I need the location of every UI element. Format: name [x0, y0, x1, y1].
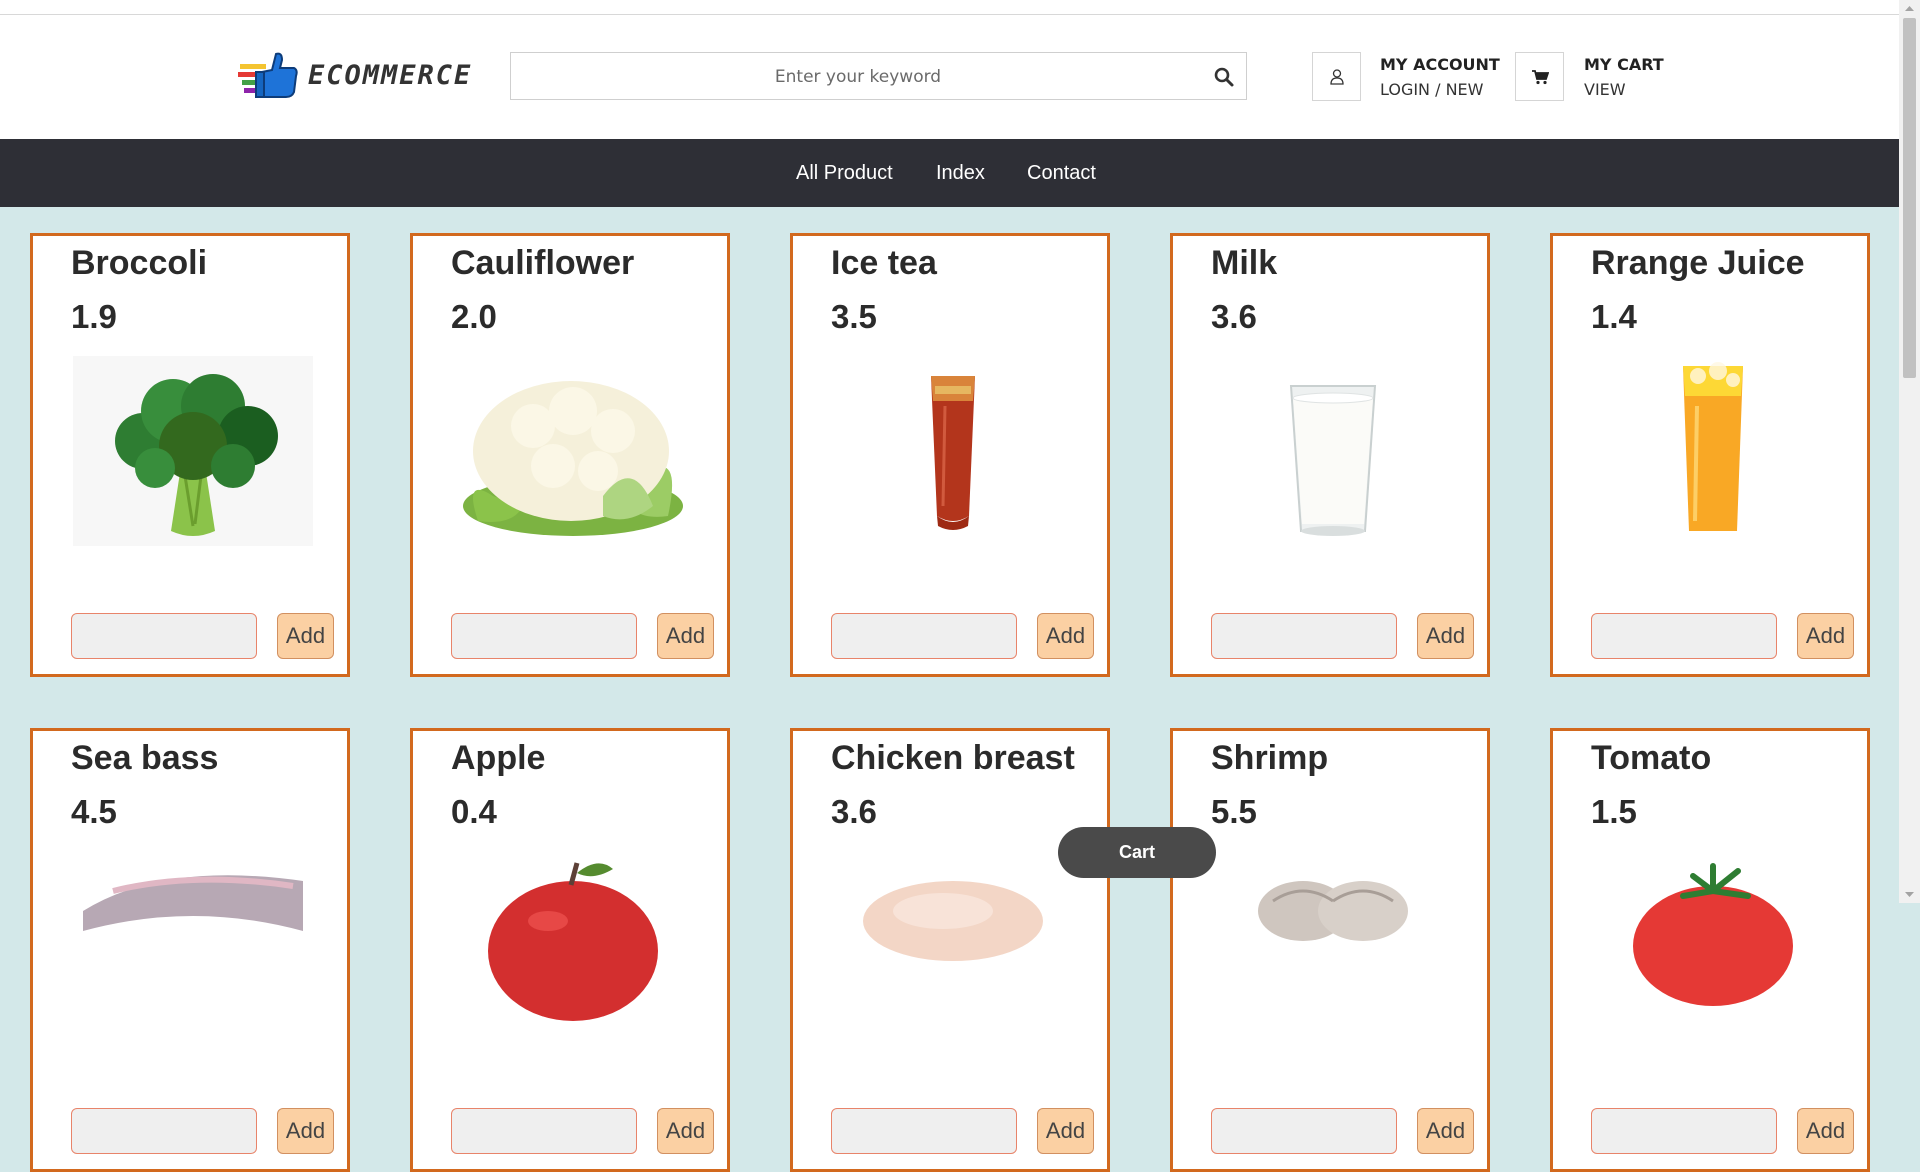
product-price: 0.4: [451, 793, 497, 830]
product-name: Sea bass: [71, 739, 219, 777]
add-button[interactable]: Add: [277, 613, 334, 659]
product-name: Chicken breast: [831, 739, 1075, 777]
quantity-input[interactable]: [451, 1108, 637, 1154]
thumbs-up-icon: [238, 52, 298, 98]
product-name: Cauliflower: [451, 244, 635, 282]
product-card: Shrimp 5.5 Add: [1170, 728, 1490, 1172]
tomato-image: [1633, 863, 1793, 1006]
add-button[interactable]: Add: [277, 1108, 334, 1154]
add-button[interactable]: Add: [657, 1108, 714, 1154]
product-price: 3.6: [831, 793, 877, 830]
scroll-up-arrow-icon[interactable]: [1899, 0, 1920, 17]
product-card: Chicken breast 3.6 Add: [790, 728, 1110, 1172]
product-card: Cauliflower 2.0 Add: [410, 233, 730, 677]
floating-cart-button[interactable]: Cart: [1058, 827, 1216, 878]
search-bar: [510, 52, 1247, 101]
search-input[interactable]: [511, 53, 1205, 101]
cart-block: MY CART VIEW: [1584, 52, 1664, 102]
add-button[interactable]: Add: [1797, 613, 1854, 659]
login-link[interactable]: LOGIN / NEW: [1380, 77, 1500, 102]
product-card: Ice tea 3.5 Add: [790, 233, 1110, 677]
cart-title: MY CART: [1584, 55, 1664, 74]
add-button[interactable]: Add: [1417, 1108, 1474, 1154]
quantity-input[interactable]: [1591, 1108, 1777, 1154]
product-card: Tomato 1.5 Add: [1550, 728, 1870, 1172]
account-block: MY ACCOUNT LOGIN / NEW: [1380, 52, 1500, 102]
product-price: 3.5: [831, 298, 877, 335]
site-header: ECOMMERCE MY ACCOUNT LOGIN / NEW MY CART…: [0, 15, 1899, 139]
product-price: 4.5: [71, 793, 117, 830]
product-name: Ice tea: [831, 244, 937, 282]
add-button[interactable]: Add: [1417, 613, 1474, 659]
product-name: Broccoli: [71, 244, 208, 282]
product-name: Apple: [451, 739, 546, 777]
account-button[interactable]: [1312, 52, 1361, 101]
quantity-input[interactable]: [831, 1108, 1017, 1154]
browser-top-edge: [0, 0, 1899, 15]
ice-tea-image: [931, 376, 975, 530]
quantity-input[interactable]: [1211, 1108, 1397, 1154]
product-name: Shrimp: [1211, 739, 1329, 777]
scroll-down-arrow-icon[interactable]: [1899, 886, 1920, 903]
add-button[interactable]: Add: [1037, 1108, 1094, 1154]
cauliflower-image: [463, 381, 683, 536]
chicken-breast-image: [863, 881, 1043, 961]
quantity-input[interactable]: [1211, 613, 1397, 659]
orange-juice-image: [1683, 362, 1743, 531]
product-card: Broccoli 1.9 Add: [30, 233, 350, 677]
product-name: Milk: [1211, 244, 1278, 282]
add-button[interactable]: Add: [1797, 1108, 1854, 1154]
shopping-cart-icon: [1531, 69, 1549, 84]
product-price: 1.5: [1591, 793, 1637, 830]
brand-name: ECOMMERCE: [308, 59, 473, 91]
nav-all-product[interactable]: All Product: [796, 139, 893, 207]
search-icon[interactable]: [1212, 65, 1236, 89]
page-scrollbar[interactable]: [1899, 0, 1920, 903]
quantity-input[interactable]: [831, 613, 1017, 659]
sea-bass-image: [83, 875, 303, 931]
product-name: Rrange Juice: [1591, 244, 1805, 282]
user-icon: [1329, 68, 1344, 85]
quantity-input[interactable]: [451, 613, 637, 659]
nav-contact[interactable]: Contact: [1027, 139, 1096, 207]
milk-glass-image: [1289, 385, 1377, 536]
product-price: 1.9: [71, 298, 117, 335]
cart-button[interactable]: [1515, 52, 1564, 101]
product-price: 1.4: [1591, 298, 1637, 335]
product-price: 3.6: [1211, 298, 1257, 335]
product-price: 5.5: [1211, 793, 1257, 830]
add-button[interactable]: Add: [1037, 613, 1094, 659]
add-button[interactable]: Add: [657, 613, 714, 659]
account-title: MY ACCOUNT: [1380, 55, 1500, 74]
quantity-input[interactable]: [71, 613, 257, 659]
quantity-input[interactable]: [71, 1108, 257, 1154]
shrimp-image: [1258, 881, 1408, 941]
main-nav: All Product Index Contact: [0, 139, 1899, 207]
product-card: Milk 3.6 Add: [1170, 233, 1490, 677]
product-name: Tomato: [1591, 739, 1712, 777]
view-cart-link[interactable]: VIEW: [1584, 77, 1664, 102]
scrollbar-thumb[interactable]: [1903, 18, 1916, 378]
apple-image: [488, 862, 658, 1021]
nav-index[interactable]: Index: [936, 139, 985, 207]
quantity-input[interactable]: [1591, 613, 1777, 659]
product-price: 2.0: [451, 298, 497, 335]
product-card: Apple 0.4 Add: [410, 728, 730, 1172]
site-logo[interactable]: ECOMMERCE: [238, 50, 472, 100]
broccoli-image: [73, 356, 313, 546]
product-card: Rrange Juice 1.4 Add: [1550, 233, 1870, 677]
product-card: Sea bass 4.5 Add: [30, 728, 350, 1172]
